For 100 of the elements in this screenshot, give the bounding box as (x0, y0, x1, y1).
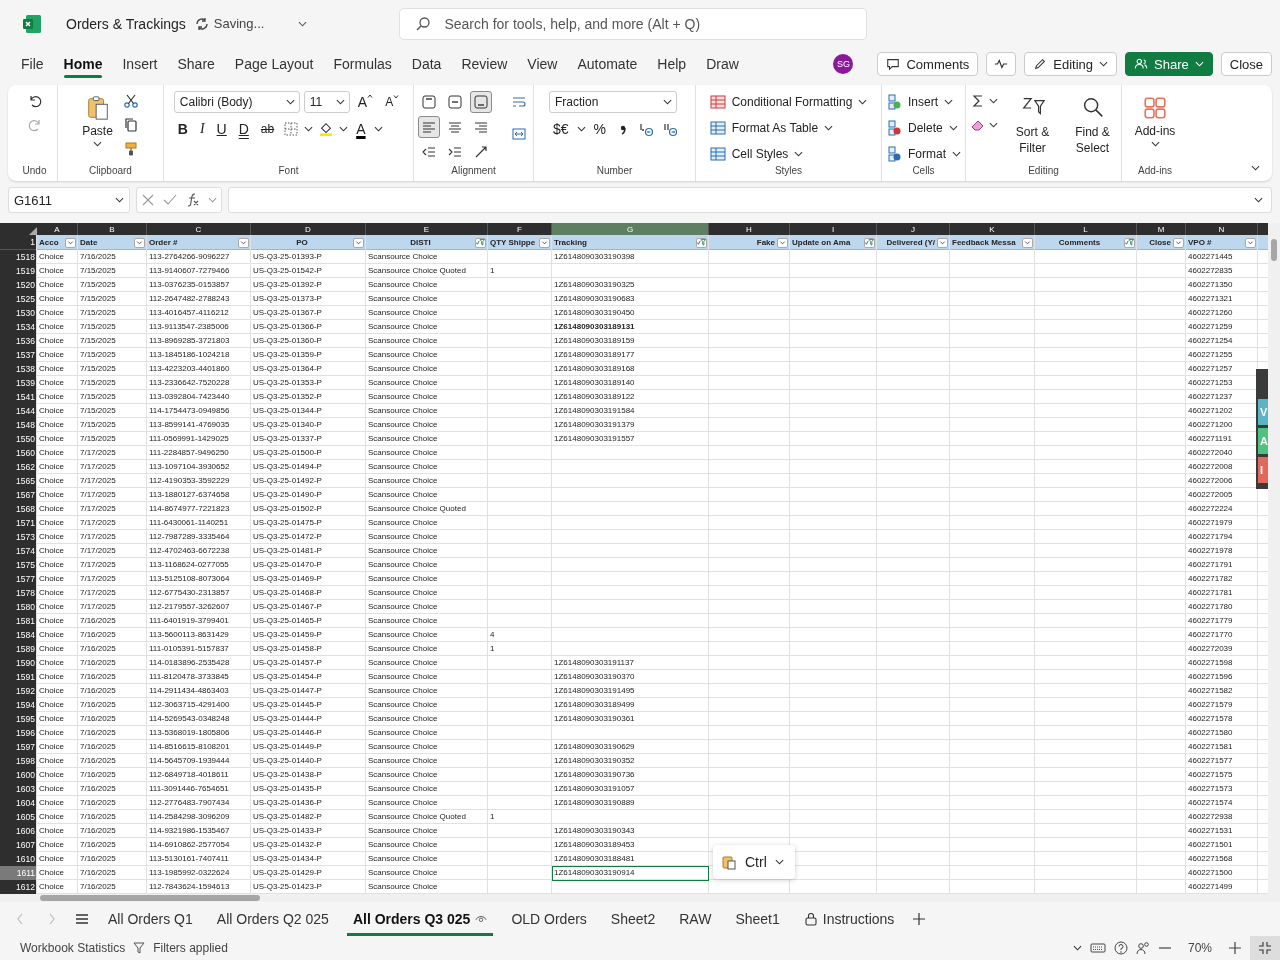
sheet-tab[interactable]: RAW (673, 902, 718, 936)
styles-menu-button[interactable]: Conditional Formatting (707, 91, 870, 114)
number-format-dropdown[interactable]: Fraction (549, 91, 677, 114)
find-select-button[interactable]: Find & Select (1065, 91, 1120, 161)
currency-button[interactable]: $€ (549, 119, 573, 140)
filter-button[interactable] (539, 237, 550, 248)
chevron-down-icon[interactable] (298, 20, 308, 27)
font-style-button[interactable]: ab (256, 120, 279, 139)
grow-font-button[interactable]: A (353, 92, 378, 113)
menu-tab[interactable]: Home (54, 50, 112, 79)
fit-view-button[interactable] (1250, 936, 1280, 960)
paste-button[interactable]: Paste (80, 91, 115, 152)
menu-tab[interactable]: Formulas (324, 50, 401, 79)
sheet-tab[interactable]: All Orders Q3 025 (346, 902, 494, 936)
menu-tab[interactable]: Page Layout (225, 50, 323, 79)
share-button[interactable]: Share (1125, 52, 1213, 77)
menu-tab[interactable]: File (12, 50, 53, 79)
menu-tab[interactable]: Automate (568, 50, 647, 79)
search-field[interactable]: Search for tools, help, and more (Alt + Q) (399, 7, 868, 40)
menu-tab[interactable]: View (518, 50, 567, 79)
font-family-dropdown[interactable]: Calibri (Body) (173, 91, 300, 114)
chevron-down-icon[interactable] (1072, 945, 1082, 951)
sheet-tab[interactable]: All Orders Q1 (102, 902, 199, 936)
filter-button[interactable] (1245, 237, 1256, 248)
horizontal-align-button[interactable] (417, 116, 440, 139)
help-icon[interactable] (1113, 941, 1128, 955)
font-style-button[interactable]: D (234, 119, 253, 140)
menu-tab[interactable]: Insert (113, 50, 167, 79)
chevron-down-icon[interactable] (373, 126, 383, 133)
menu-tab[interactable]: Share (168, 50, 224, 79)
percent-button[interactable]: % (589, 119, 610, 140)
sort-filter-button[interactable]: Sort & Filter (1005, 91, 1060, 161)
horizontal-scrollbar[interactable] (0, 894, 1280, 902)
menu-tab[interactable]: Help (648, 50, 696, 79)
filter-button[interactable] (937, 237, 948, 248)
sheet-tab[interactable]: OLD Orders (505, 902, 593, 936)
activity-button[interactable] (986, 52, 1017, 77)
filter-button[interactable] (864, 237, 875, 248)
cancel-icon[interactable] (141, 193, 156, 208)
filter-button[interactable] (134, 237, 145, 248)
filter-button[interactable] (475, 237, 486, 248)
chevron-down-icon[interactable] (1251, 165, 1260, 172)
menu-tab[interactable]: Review (452, 50, 517, 79)
sheet-tab[interactable]: Sheet1 (729, 902, 786, 936)
table-cell-text: 7/17/2025 (79, 587, 117, 600)
menu-tab[interactable]: Data (402, 50, 451, 79)
filter-button[interactable] (353, 237, 364, 248)
keyboard-icon[interactable] (1089, 940, 1106, 956)
table-cell-text: 7/15/2025 (79, 293, 117, 306)
sheet-tab[interactable]: Sheet2 (604, 902, 662, 936)
cells-menu-button[interactable]: Insert (884, 91, 955, 114)
chevron-down-icon[interactable] (339, 126, 349, 133)
font-color-button[interactable]: A (352, 119, 370, 140)
file-name[interactable]: Orders & Trackings (66, 15, 186, 32)
filter-button[interactable] (238, 237, 249, 248)
name-box[interactable]: G1611 (8, 187, 130, 214)
chevron-down-icon[interactable] (1254, 197, 1263, 204)
filter-button[interactable] (65, 237, 76, 248)
cells-menu-button[interactable]: Delete (884, 117, 960, 140)
sheet-tab[interactable]: Instructions (797, 902, 901, 936)
paste-options-popup[interactable]: Ctrl (713, 845, 795, 880)
row-number[interactable]: 1612 (0, 880, 37, 895)
font-style-button[interactable]: U (212, 119, 231, 140)
menu-icon[interactable] (74, 911, 90, 927)
spreadsheet-logo[interactable] (22, 13, 42, 34)
add-sheet-icon[interactable] (912, 912, 927, 926)
sheet-tab[interactable]: All Orders Q2 025 (210, 902, 335, 936)
filter-button[interactable] (1124, 237, 1135, 248)
chevron-down-icon[interactable] (304, 126, 314, 133)
font-style-button[interactable]: B (173, 119, 192, 140)
zoom-level[interactable]: 70% (1187, 941, 1212, 955)
font-size-dropdown[interactable]: 11 (303, 91, 350, 114)
menu-tab[interactable]: Draw (697, 50, 748, 79)
chevron-down-icon[interactable] (576, 126, 586, 133)
editing-mode-button[interactable]: Editing (1024, 52, 1118, 77)
shrink-font-button[interactable]: A (381, 93, 404, 112)
column-letter[interactable]: G (552, 223, 709, 236)
comments-button[interactable]: Comments (877, 52, 979, 77)
table-cell-text: US-Q3-25-01429-P (252, 867, 323, 880)
font-style-button[interactable]: I (195, 119, 209, 140)
add-ins-button[interactable]: Add-ins (1132, 91, 1178, 152)
table-cell-text: 4602271979 (1187, 517, 1234, 530)
workbook-statistics-link[interactable]: Workbook Statistics (20, 941, 126, 955)
styles-menu-button[interactable]: Format As Table (707, 117, 836, 140)
formula-input[interactable] (228, 187, 1272, 214)
filter-button[interactable] (777, 237, 788, 248)
close-button[interactable]: Close (1220, 52, 1272, 77)
table-cell-text: 1Z6148090303190683 (553, 293, 636, 306)
function-icon[interactable] (185, 193, 200, 208)
filter-button[interactable] (696, 237, 707, 248)
user-avatar[interactable]: SG (833, 54, 854, 75)
zoom-in-icon[interactable] (1228, 941, 1242, 955)
cells-menu-button[interactable]: Format (884, 143, 963, 166)
row-number[interactable]: 1 (0, 235, 37, 251)
vertical-scrollbar[interactable] (1268, 223, 1280, 895)
styles-menu-button[interactable]: Cell Styles (707, 143, 806, 166)
filter-button[interactable] (1173, 237, 1184, 248)
vertical-align-button[interactable] (469, 91, 492, 114)
filter-button[interactable] (1022, 237, 1033, 248)
people-icon[interactable] (1135, 941, 1150, 955)
